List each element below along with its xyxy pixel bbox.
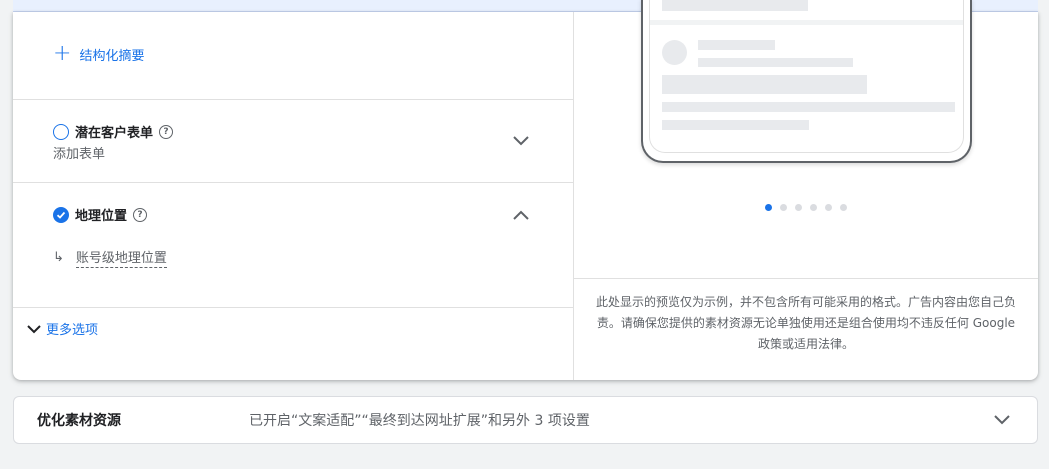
- carousel-pagination: [765, 204, 847, 211]
- check-circle-icon[interactable]: [53, 206, 69, 223]
- skeleton-line: [698, 58, 853, 67]
- expand-more-icon: [27, 324, 41, 333]
- lead-form-subtitle: 添加表单: [53, 147, 106, 162]
- add-structured-snippet-button[interactable]: + 结构化摘要: [53, 43, 144, 65]
- skeleton-divider: [650, 20, 963, 25]
- location-title: 地理位置: [75, 209, 128, 224]
- skeleton-line: [662, 75, 867, 94]
- asset-options-panel: + 结构化摘要 潜在客户表单 ? 添加表单 地理位置 ? ↳ 账号级地理位置 更…: [13, 12, 574, 380]
- carousel-dot[interactable]: [795, 204, 802, 211]
- lead-form-section: 潜在客户表单 ? 添加表单: [13, 99, 574, 182]
- carousel-dot[interactable]: [765, 204, 772, 211]
- optimized-assets-card[interactable]: 优化素材资源 已开启“文案适配”“最终到达网址扩展”和另外 3 项设置: [13, 396, 1038, 444]
- skeleton-line: [662, 0, 808, 11]
- carousel-dot[interactable]: [825, 204, 832, 211]
- plus-icon: +: [53, 41, 72, 66]
- chevron-down-icon[interactable]: [990, 408, 1014, 432]
- optimized-assets-title: 优化素材资源: [37, 413, 121, 429]
- carousel-dot[interactable]: [810, 204, 817, 211]
- skeleton-line: [698, 40, 775, 50]
- skeleton-line: [662, 120, 809, 130]
- location-section: 地理位置 ? ↳ 账号级地理位置: [13, 182, 574, 307]
- ad-preview-panel: 此处显示的预览仅为示例，并不包含所有可能采用的格式。广告内容由您自己负责。请确保…: [574, 0, 1038, 380]
- account-location-row: ↳ 账号级地理位置: [53, 247, 167, 268]
- more-options-label: 更多选项: [46, 323, 99, 338]
- carousel-dot[interactable]: [840, 204, 847, 211]
- subdirectory-arrow-icon: ↳: [53, 250, 64, 265]
- more-options-button[interactable]: 更多选项: [26, 319, 98, 338]
- help-icon[interactable]: ?: [159, 124, 174, 139]
- more-options-section: 更多选项: [13, 307, 574, 380]
- lead-form-header: 潜在客户表单 ?: [53, 122, 174, 141]
- location-header: 地理位置 ?: [53, 205, 148, 224]
- carousel-dot[interactable]: [780, 204, 787, 211]
- lead-form-radio[interactable]: [53, 123, 69, 140]
- skeleton-avatar: [662, 40, 687, 65]
- preview-disclaimer: 此处显示的预览仅为示例，并不包含所有可能采用的格式。广告内容由您自己负责。请确保…: [574, 278, 1038, 355]
- optimized-assets-summary: 已开启“文案适配”“最终到达网址扩展”和另外 3 项设置: [249, 413, 590, 429]
- help-icon[interactable]: ?: [133, 207, 148, 222]
- chevron-down-icon[interactable]: [509, 129, 533, 153]
- phone-preview: [641, 0, 972, 163]
- phone-screen: [649, 0, 964, 153]
- chevron-up-icon[interactable]: [509, 203, 533, 227]
- lead-form-title: 潜在客户表单: [75, 126, 154, 141]
- add-structured-snippet-label: 结构化摘要: [79, 48, 145, 64]
- skeleton-line: [662, 102, 955, 112]
- account-location-link[interactable]: 账号级地理位置: [75, 247, 167, 268]
- assets-card: + 结构化摘要 潜在客户表单 ? 添加表单 地理位置 ? ↳ 账号级地理位置 更…: [13, 0, 1038, 380]
